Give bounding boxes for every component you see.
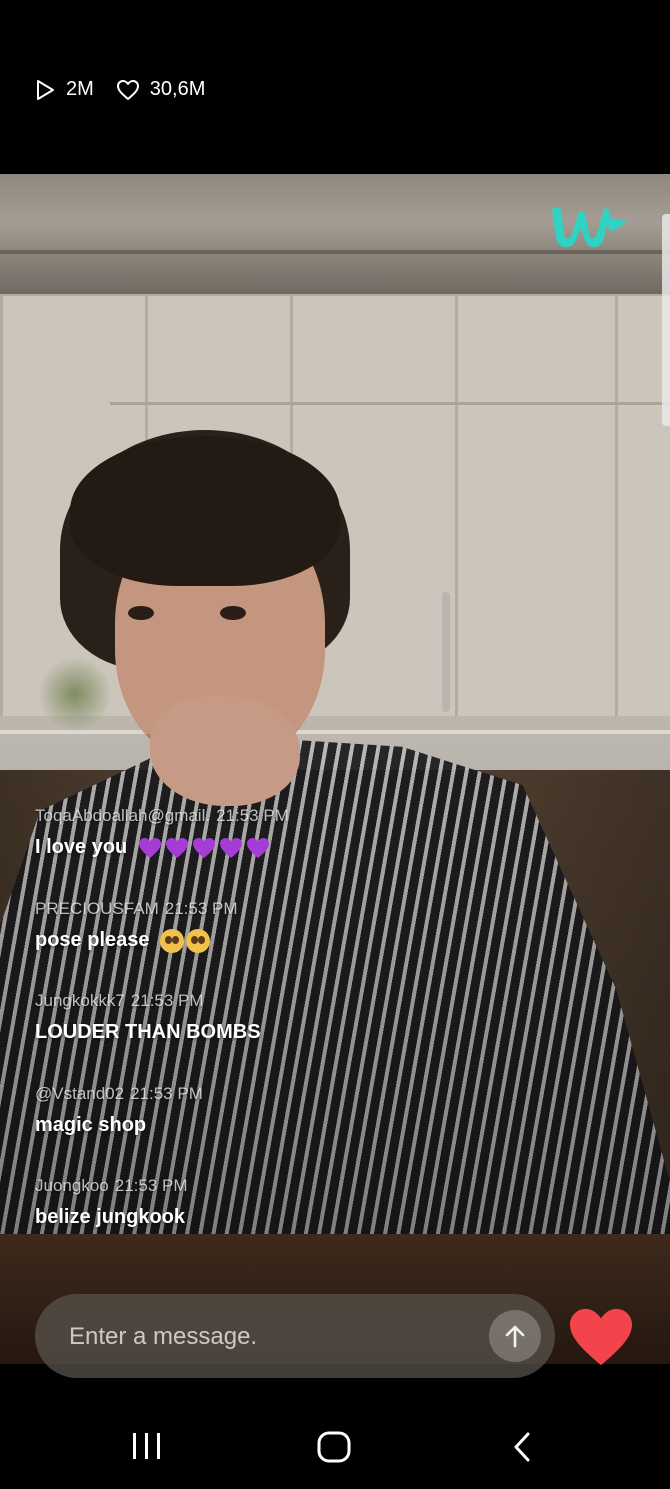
chat-message: Jungkokkk7 21:53 PM LOUDER THAN BOMBS [35, 991, 455, 1084]
chat-message: Juongkoo 21:53 PM belize jungkook [35, 1176, 455, 1269]
side-scroll-handle[interactable] [662, 214, 670, 426]
arrow-up-icon [505, 1325, 525, 1348]
video-cabinet [455, 296, 618, 716]
chat-username: @Vstand02 [35, 1083, 125, 1103]
video-person-fringe [70, 436, 340, 586]
chat-message: @Vstand02 21:53 PM magic shop [35, 1084, 455, 1177]
chat-text: pose please [35, 929, 150, 951]
chat-username: ToqaAbdoallah@gmail. [35, 806, 211, 825]
chat-text: I love you [35, 836, 128, 858]
message-input[interactable] [67, 1294, 471, 1380]
video-person-eye [220, 606, 246, 620]
video-faucet [442, 592, 450, 712]
home-icon[interactable] [316, 1430, 352, 1464]
chat-text: LOUDER THAN BOMBS [35, 1021, 261, 1043]
play-icon [37, 79, 54, 100]
chat-time: 21:53 PM [130, 991, 204, 1010]
chat-text: belize jungkook [35, 1206, 186, 1228]
views-count: 2M [66, 78, 94, 100]
back-icon[interactable] [508, 1430, 536, 1464]
video-person-eye [128, 606, 154, 620]
chat-username: PRECIOUSFAM [35, 898, 159, 918]
chat-time: 21:53 PM [130, 1083, 203, 1103]
recents-icon[interactable] [130, 1430, 164, 1462]
video-person-hand [150, 696, 300, 806]
chat-list[interactable]: ToqaAbdoallah@gmail. 21:53 PM I love you … [35, 806, 455, 1269]
chat-username: Jungkokkk7 [35, 991, 125, 1010]
likes-stat: 30,6M [116, 78, 206, 101]
live-stats: 2M 30,6M [34, 78, 205, 101]
system-nav-bar [0, 1400, 670, 1489]
chat-username: Juongkoo [35, 1176, 109, 1195]
chat-time: 21:53 PM [114, 1176, 188, 1195]
chat-message: ToqaAbdoallah@gmail. 21:53 PM I love you [35, 806, 455, 899]
chat-time: 21:53 PM [216, 806, 289, 825]
pleading-face-icon [159, 928, 210, 953]
purple-heart-icon [137, 837, 271, 859]
views-stat: 2M [34, 78, 94, 101]
send-button[interactable] [489, 1310, 541, 1362]
heart-outline-icon [116, 79, 139, 100]
chat-message: PRECIOUSFAM 21:53 PM pose please [35, 899, 455, 992]
video-shelf [110, 402, 670, 405]
message-composer [35, 1294, 555, 1380]
chat-time: 21:53 PM [164, 898, 238, 918]
video-plant [40, 654, 110, 734]
weverse-logo-icon [552, 207, 628, 248]
likes-count: 30,6M [149, 78, 206, 100]
chat-text: magic shop [35, 1113, 147, 1136]
heart-filled-icon[interactable] [566, 1306, 636, 1368]
